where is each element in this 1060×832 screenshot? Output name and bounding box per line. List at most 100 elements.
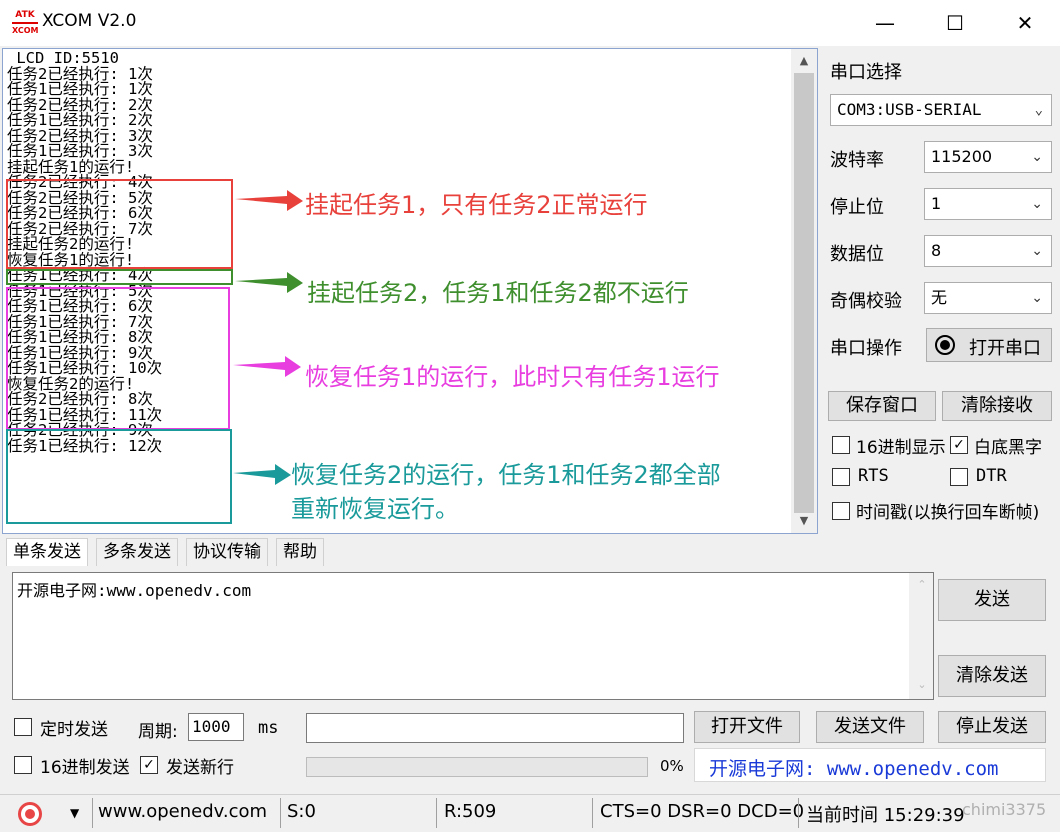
status-line-signals: CTS=0 DSR=0 DCD=0	[600, 801, 805, 822]
stopbit-select[interactable]: 1 ⌄	[924, 188, 1052, 220]
receive-area[interactable]: LCD ID:5510 任务2已经执行: 1次 任务1已经执行: 1次 任务2已经执行…	[2, 48, 818, 534]
minimize-icon[interactable]: —	[850, 0, 920, 46]
tab-help[interactable]: 帮助	[276, 538, 324, 566]
window-title: XCOM V2.0	[42, 11, 137, 31]
annotation-box-teal	[6, 429, 232, 524]
annotation-text-3: 恢复任务1的运行，此时只有任务1运行	[305, 363, 720, 391]
status-time: 当前时间 15:29:39	[806, 805, 965, 826]
status-separator	[592, 798, 593, 828]
progress-text: 0%	[660, 757, 684, 775]
open-port-button[interactable]: 打开串口	[926, 328, 1052, 362]
status-received-count: R:509	[444, 801, 497, 822]
status-sent-count: S:0	[287, 801, 316, 822]
send-button[interactable]: 发送	[938, 579, 1046, 621]
port-op-label: 串口操作	[830, 338, 902, 359]
timed-send-checkbox[interactable]	[14, 718, 32, 736]
send-scrollbar[interactable]: ⌃ ⌄	[909, 573, 933, 699]
banner-text: 开源电子网: www.openedv.com	[709, 758, 999, 780]
send-file-button[interactable]: 发送文件	[816, 711, 924, 743]
tab-single-send[interactable]: 单条发送	[6, 538, 88, 566]
status-separator	[436, 798, 437, 828]
save-window-button[interactable]: 保存窗口	[828, 391, 936, 421]
tab-protocol[interactable]: 协议传输	[186, 538, 268, 566]
databit-select-value: 8	[931, 241, 942, 260]
maximize-icon[interactable]: ☐	[920, 0, 990, 46]
period-label: 周期:	[138, 722, 178, 742]
parity-select[interactable]: 无 ⌄	[924, 282, 1052, 314]
hex-display-label: 16进制显示	[856, 438, 946, 458]
white-black-label: 白底黑字	[974, 438, 1042, 458]
banner-link[interactable]: 开源电子网: www.openedv.com	[694, 748, 1046, 782]
stopbit-select-value: 1	[931, 194, 942, 213]
databit-label: 数据位	[830, 244, 884, 265]
dropdown-icon[interactable]: ▼	[70, 806, 79, 820]
arrow-magenta-icon	[233, 356, 301, 377]
send-newline-label: 发送新行	[166, 758, 234, 778]
send-input-text: 开源电子网:www.openedv.com	[17, 581, 252, 600]
annotation-text-2: 挂起任务2，任务1和任务2都不运行	[307, 279, 689, 307]
arrow-red-icon	[235, 190, 303, 211]
chevron-down-icon: ⌄	[1034, 102, 1043, 118]
status-separator	[92, 798, 93, 828]
arrow-teal-icon	[233, 464, 291, 485]
annotation-text-4a: 恢复任务2的运行，任务1和任务2都全部	[291, 461, 721, 489]
baud-select[interactable]: 115200 ⌄	[924, 141, 1052, 173]
annotation-box-red	[6, 179, 233, 269]
chevron-down-icon: ⌄	[1031, 196, 1043, 212]
close-icon[interactable]: ✕	[990, 0, 1060, 46]
tab-multi-send[interactable]: 多条发送	[96, 538, 178, 566]
dtr-checkbox[interactable]	[950, 468, 968, 486]
scroll-down-icon[interactable]: ⌄	[909, 675, 935, 695]
file-path-input[interactable]	[306, 713, 684, 743]
logo-top-text: ATK	[15, 10, 35, 20]
parity-select-value: 无	[931, 288, 948, 307]
annotation-text-1: 挂起任务1，只有任务2正常运行	[305, 191, 648, 219]
port-label: 串口选择	[830, 62, 902, 83]
scroll-up-icon[interactable]: ⌃	[909, 575, 935, 595]
white-black-checkbox[interactable]: ✓	[950, 436, 968, 454]
clear-send-button[interactable]: 清除发送	[938, 655, 1046, 697]
open-file-button[interactable]: 打开文件	[694, 711, 800, 743]
chevron-down-icon: ⌄	[1031, 290, 1043, 306]
stopbit-label: 停止位	[830, 197, 884, 218]
annotation-box-green	[6, 269, 233, 285]
stop-send-button[interactable]: 停止发送	[938, 711, 1046, 743]
send-progress-bar	[306, 757, 648, 777]
scroll-down-icon[interactable]: ▼	[791, 511, 817, 531]
open-port-label: 打开串口	[969, 338, 1041, 359]
send-newline-checkbox[interactable]: ✓	[140, 756, 158, 774]
status-separator	[280, 798, 281, 828]
period-unit: ms	[258, 718, 279, 738]
baud-select-value: 115200	[931, 147, 993, 166]
hex-display-checkbox[interactable]	[832, 436, 850, 454]
chevron-down-icon: ⌄	[1031, 243, 1043, 259]
port-select-value: COM3:USB-SERIAL	[837, 100, 982, 119]
logo-bottom-text: XCOM	[12, 26, 39, 35]
timed-send-label: 定时发送	[40, 720, 108, 740]
timestamp-label: 时间戳(以换行回车断帧)	[856, 503, 1040, 523]
settings-icon[interactable]	[18, 802, 42, 826]
watermark-text: chimi3375	[962, 800, 1047, 819]
hex-send-checkbox[interactable]	[14, 756, 32, 774]
status-site-link[interactable]: www.openedv.com	[98, 801, 267, 822]
chevron-down-icon: ⌄	[1031, 149, 1043, 165]
period-input[interactable]: 1000	[188, 713, 244, 741]
baud-label: 波特率	[830, 150, 884, 171]
annotation-box-magenta	[6, 287, 230, 430]
timestamp-checkbox[interactable]	[832, 502, 850, 520]
rts-checkbox[interactable]	[832, 468, 850, 486]
annotation-text-4b: 重新恢复运行。	[291, 495, 459, 523]
parity-label: 奇偶校验	[830, 291, 902, 312]
arrow-green-icon	[235, 272, 303, 293]
status-separator	[798, 798, 799, 828]
receive-scroll-thumb[interactable]	[794, 73, 814, 513]
port-select[interactable]: COM3:USB-SERIAL ⌄	[830, 94, 1052, 126]
send-input[interactable]: 开源电子网:www.openedv.com ⌃ ⌄	[12, 572, 934, 700]
scroll-up-icon[interactable]: ▲	[791, 51, 817, 71]
databit-select[interactable]: 8 ⌄	[924, 235, 1052, 267]
hex-send-label: 16进制发送	[40, 758, 130, 778]
rts-label: RTS	[858, 466, 889, 486]
clear-receive-button[interactable]: 清除接收	[942, 391, 1052, 421]
dtr-label: DTR	[976, 466, 1007, 486]
app-logo: ATK XCOM	[12, 10, 39, 36]
